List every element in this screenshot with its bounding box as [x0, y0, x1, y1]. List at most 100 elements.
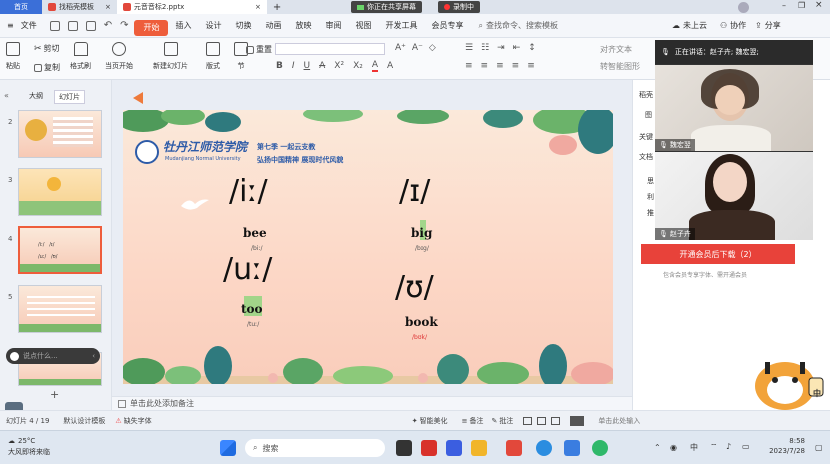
font-name-select[interactable] — [275, 43, 385, 55]
normal-view-icon[interactable] — [523, 416, 533, 425]
slide-thumb-5[interactable] — [18, 285, 102, 333]
chevron-left-icon[interactable]: ‹ — [92, 352, 95, 360]
slide-canvas[interactable]: 牡丹江师范学院 Mudanjiang Normal University 第七季… — [123, 110, 613, 384]
tray-app-icon[interactable]: ◉ — [670, 443, 677, 452]
wps-icon[interactable] — [506, 440, 522, 456]
audio-icon[interactable] — [133, 92, 143, 104]
redo-icon[interactable]: ↷ — [120, 20, 128, 31]
weather-widget[interactable]: ☁ 25°C 大风即将来临 — [8, 437, 50, 457]
notes-toggle[interactable]: 备注 — [469, 416, 483, 426]
minimize-icon[interactable]: – — [782, 1, 786, 10]
slide-thumb-2[interactable] — [18, 110, 102, 158]
wifi-icon[interactable]: ⌔ — [710, 442, 718, 452]
layout-button[interactable]: 版式 — [206, 42, 220, 71]
missing-font[interactable]: 缺失字体 — [124, 416, 152, 426]
sorter-view-icon[interactable] — [537, 416, 547, 425]
close-icon[interactable]: × — [105, 3, 111, 11]
close-window-icon[interactable]: × — [815, 0, 823, 10]
menu-file[interactable]: 文件 — [21, 14, 44, 38]
close-icon[interactable]: × — [255, 3, 261, 11]
menu-devtools[interactable]: 开发工具 — [378, 14, 424, 38]
bold-icon[interactable]: B — [276, 61, 283, 71]
numbered-list-icon[interactable]: ☷ — [481, 43, 489, 53]
line-spacing-icon[interactable]: ↕ — [528, 43, 536, 53]
add-slide-button[interactable]: + — [50, 388, 59, 401]
comment-toggle[interactable]: 批注 — [499, 416, 513, 426]
distribute-icon[interactable]: ≡ — [527, 61, 535, 71]
indent-icon[interactable]: ⇥ — [497, 43, 505, 53]
text-align-button[interactable]: 对齐文本 — [600, 44, 632, 55]
outdent-icon[interactable]: ⇤ — [513, 43, 521, 53]
file-explorer-icon[interactable] — [471, 440, 487, 456]
new-slide-button[interactable]: 新建幻灯片 — [153, 42, 188, 71]
recording-indicator[interactable]: 录制中 — [438, 1, 480, 13]
grow-font-icon[interactable]: A⁺ — [395, 43, 406, 53]
format-painter-button[interactable]: 格式刷 — [70, 42, 91, 71]
tab-document[interactable]: 元音音标2.pptx × — [116, 0, 267, 14]
menu-animation[interactable]: 动画 — [258, 14, 288, 38]
input-method-bar[interactable]: 单击此处输入 — [598, 416, 640, 426]
tray-chevron-icon[interactable]: ⌃ — [654, 443, 661, 452]
align-left-icon[interactable]: ≡ — [465, 61, 473, 71]
avatar[interactable] — [738, 2, 749, 13]
wechat-icon[interactable] — [592, 440, 608, 456]
justify-icon[interactable]: ≡ — [512, 61, 520, 71]
volume-icon[interactable]: ♪ — [726, 442, 731, 451]
clear-format-icon[interactable]: ◇ — [429, 43, 436, 53]
reset-control[interactable]: 重置 — [246, 44, 272, 55]
clock[interactable]: 8:58 2023/7/28 — [765, 437, 805, 455]
video-tile-2[interactable]: 🎙 赵子卉 — [655, 152, 813, 240]
slide-thumb-3[interactable] — [18, 168, 102, 216]
menu-transition[interactable]: 切换 — [228, 14, 258, 38]
comment-icon[interactable]: ✎ — [491, 417, 497, 425]
play-current-button[interactable]: 当页开始 — [105, 42, 133, 71]
battery-icon[interactable]: ▭ — [742, 442, 750, 451]
align-center-icon[interactable]: ≡ — [481, 61, 489, 71]
new-tab-button[interactable]: + — [267, 0, 287, 14]
smart-art-button[interactable]: 转智能图形 — [600, 61, 640, 72]
highlight-icon[interactable]: A — [387, 61, 393, 71]
cut-button[interactable]: ✂ 剪切 — [34, 43, 60, 54]
meeting-icon[interactable] — [564, 440, 580, 456]
collapse-panel-icon[interactable]: « — [4, 91, 9, 100]
bullet-list-icon[interactable]: ☰ — [465, 43, 473, 53]
copy-button[interactable]: 复制 — [34, 62, 60, 73]
menu-review[interactable]: 审阅 — [318, 14, 348, 38]
paste-button[interactable]: 粘贴 — [6, 42, 20, 71]
font-color-icon[interactable]: A — [371, 60, 379, 72]
print-icon[interactable] — [67, 20, 78, 31]
menu-insert[interactable]: 插入 — [168, 14, 198, 38]
notes-bar[interactable]: 单击此处添加备注 — [112, 396, 632, 410]
edge-icon[interactable] — [536, 440, 552, 456]
tiger-mascot-icon[interactable] — [745, 352, 829, 412]
app-icon-n[interactable] — [446, 440, 462, 456]
app-icon-m[interactable] — [421, 440, 437, 456]
menu-vip[interactable]: 会员专享 — [424, 14, 470, 38]
save-icon[interactable] — [49, 20, 60, 31]
windows-start-icon[interactable] — [220, 440, 236, 456]
preview-icon[interactable] — [85, 20, 96, 31]
menu-slideshow[interactable]: 放映 — [288, 14, 318, 38]
superscript-icon[interactable]: X² — [334, 61, 344, 71]
notes-toggle-icon[interactable]: ≡ — [462, 417, 468, 425]
strikethrough-icon[interactable]: A — [319, 61, 325, 71]
video-tile-1[interactable]: 🎙 魏宏翌 — [655, 65, 813, 151]
restore-icon[interactable]: ❐ — [798, 1, 805, 10]
design-template[interactable]: 默认设计模板 — [63, 416, 105, 426]
undo-icon[interactable]: ↶ — [104, 20, 112, 31]
share-button[interactable]: ⇪ 分享 — [755, 20, 781, 31]
align-right-icon[interactable]: ≡ — [496, 61, 504, 71]
collab-button[interactable]: ⚇ 协作 — [720, 20, 746, 31]
play-slideshow-icon[interactable] — [570, 415, 585, 426]
tab-home[interactable]: 首页 — [0, 0, 42, 14]
taskbar-search[interactable]: ⌕ 搜索 — [245, 439, 385, 457]
tab-slides[interactable]: 幻灯片 — [54, 90, 85, 104]
reading-view-icon[interactable] — [551, 416, 561, 425]
task-view-icon[interactable] — [396, 440, 412, 456]
subscript-icon[interactable]: X₂ — [353, 61, 363, 71]
shrink-font-icon[interactable]: A⁻ — [412, 43, 423, 53]
chat-input[interactable]: 说点什么... ‹ — [6, 348, 100, 364]
ime-label[interactable]: 中 — [690, 442, 698, 453]
slide-thumb-4[interactable]: /iː/ /ɪ/ /uː/ /ʊ/ — [18, 226, 102, 274]
menu-view[interactable]: 视图 — [348, 14, 378, 38]
